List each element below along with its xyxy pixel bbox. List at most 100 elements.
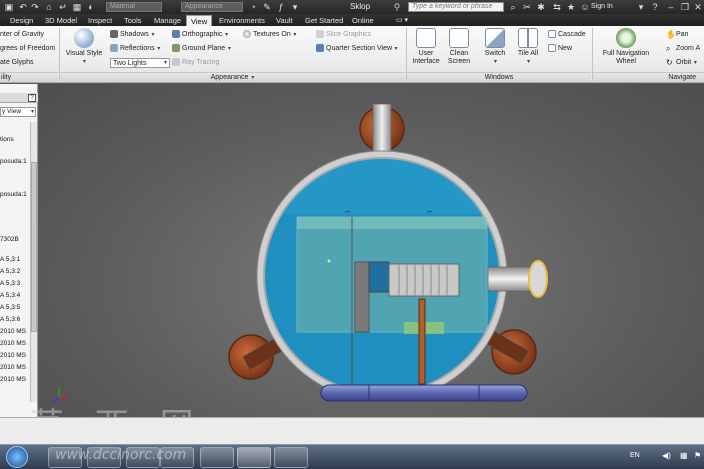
network-icon[interactable]: ▦	[680, 451, 688, 460]
tab-get-started[interactable]: Get Started	[301, 15, 347, 26]
orbit-button[interactable]: ↻ Orbit ▾	[666, 58, 697, 68]
close-icon[interactable]: ✕	[693, 2, 703, 12]
user-icon[interactable]: ☺	[580, 2, 590, 12]
full-navigation-wheel-button[interactable]: Full Navigation Wheel	[596, 28, 656, 66]
clean-screen-button[interactable]: Clean Screen	[444, 28, 474, 66]
tab-3d-model[interactable]: 3D Model	[41, 15, 81, 26]
graphics-viewport[interactable]: ⌐ ⌐ x	[39, 84, 704, 417]
cascade-button[interactable]: Cascade	[548, 30, 586, 39]
slice-graphics-button[interactable]: Slice Graphics	[316, 30, 371, 39]
shaft[interactable]	[418, 298, 426, 385]
appearance-combo[interactable]: Appearance	[181, 2, 243, 12]
lighting-select[interactable]: Two Lights ▾	[110, 58, 170, 68]
browser-item[interactable]: 2010 MS	[0, 364, 26, 372]
home-icon[interactable]: ⌂	[44, 2, 54, 12]
ribbon-options-icon[interactable]: ▭ ▾	[392, 15, 412, 26]
tab-environments[interactable]: Environments	[215, 15, 269, 26]
taskbar-app[interactable]	[200, 447, 234, 468]
glyphs-toggle[interactable]: ate Glyphs	[0, 58, 33, 67]
base-rail[interactable]	[320, 384, 528, 402]
start-button[interactable]	[6, 446, 28, 468]
textures-on-button[interactable]: Textures On ▾	[243, 30, 296, 40]
browser-item[interactable]: tions	[0, 136, 14, 144]
search-icon[interactable]: ⌕	[508, 2, 518, 12]
ray-tracing-button[interactable]: Ray Tracing	[172, 58, 219, 67]
tile-all-button[interactable]: Tile All ▾	[513, 28, 543, 66]
help-icon[interactable]: ?	[28, 94, 36, 102]
browser-item[interactable]: 2010 MS	[0, 376, 26, 384]
mechanism-plate[interactable]	[354, 261, 370, 333]
tab-tools[interactable]: Tools	[120, 15, 146, 26]
browser-scrollbar[interactable]	[30, 122, 37, 402]
browser-item[interactable]: 7302B	[0, 236, 19, 244]
fx-icon[interactable]: ƒ	[276, 2, 286, 12]
tab-online[interactable]: Online	[348, 15, 378, 26]
orthographic-button[interactable]: Orthographic ▾	[172, 30, 228, 40]
browser-view-select[interactable]: y View ▾	[0, 107, 36, 117]
ground-plane-button[interactable]: Ground Plane ▾	[172, 44, 231, 54]
visual-style-button[interactable]: Visual Style ▾	[62, 28, 106, 66]
search-input[interactable]: Type a keyword or phrase	[408, 2, 504, 12]
taskbar-inventor[interactable]	[237, 447, 271, 468]
browser-item[interactable]: A 5,3:4	[0, 292, 20, 300]
select-icon[interactable]: ▦	[72, 2, 82, 12]
pan-button[interactable]: ✋Pan	[666, 30, 688, 39]
customize-icon[interactable]: ▾	[290, 2, 300, 12]
language-indicator[interactable]: EN	[630, 452, 640, 459]
center-of-gravity-toggle[interactable]: nter of Gravity	[0, 30, 44, 39]
shadows-label: Shadows	[120, 31, 149, 38]
adjust-icon[interactable]: ✎	[262, 2, 272, 12]
material-combo[interactable]: Material	[106, 2, 162, 12]
browser-item[interactable]: 2010 MS	[0, 328, 26, 336]
browser-item[interactable]: posuda:1	[0, 158, 27, 166]
return-icon[interactable]: ↵	[58, 2, 68, 12]
browser-item[interactable]: 2010 MS	[0, 340, 26, 348]
browser-item[interactable]: A 5,3:1	[0, 256, 20, 264]
favorites-star-icon[interactable]: ★	[566, 2, 576, 12]
switch-button[interactable]: Switch ▾	[480, 28, 510, 66]
browser-item[interactable]: A 5,3:5	[0, 304, 20, 312]
restore-icon[interactable]: ❐	[680, 2, 690, 12]
zoom-all-button[interactable]: ⌕ Zoom A	[666, 44, 700, 53]
undo-icon[interactable]: ↶	[18, 2, 28, 12]
help-icon[interactable]: ?	[650, 2, 660, 12]
color-icon[interactable]: ◐	[86, 2, 96, 12]
sign-in-link[interactable]: Sign In	[591, 1, 613, 13]
browser-item[interactable]: A 5,3:2	[0, 268, 20, 276]
ray-tracing-icon	[172, 58, 180, 67]
taskbar-paint[interactable]	[274, 447, 308, 468]
tab-manage[interactable]: Manage	[150, 15, 185, 26]
shadows-button[interactable]: Shadows ▾	[110, 30, 154, 40]
browser-item[interactable]: 2010 MS	[0, 352, 26, 360]
quarter-section-view-button[interactable]: Quarter Section View ▾	[316, 44, 398, 54]
dropdown-icon[interactable]: ▾	[636, 2, 646, 12]
degrees-of-freedom-toggle[interactable]: grees of Freedom	[0, 44, 55, 53]
tools-icon[interactable]: ✂	[522, 2, 532, 12]
appearance-clear-icon[interactable]: ◔	[248, 2, 258, 12]
volume-icon[interactable]: ◀)	[662, 451, 671, 460]
browser-item[interactable]: posuda:1	[0, 191, 27, 199]
reflections-button[interactable]: Reflections ▾	[110, 44, 160, 54]
tab-design[interactable]: Design	[6, 15, 37, 26]
tab-view[interactable]: View	[186, 15, 213, 26]
new-window-button[interactable]: New	[548, 44, 572, 53]
browser-item[interactable]: A 5,3:3	[0, 280, 20, 288]
side-pipe-end[interactable]	[528, 260, 548, 298]
browser-item[interactable]: A 5,3:6	[0, 316, 20, 324]
scrollbar-thumb[interactable]	[31, 162, 37, 332]
reflections-icon	[110, 44, 118, 53]
subscription-icon[interactable]: ✱	[536, 2, 546, 12]
minimize-icon[interactable]: –	[666, 2, 676, 12]
tab-inspect[interactable]: Inspect	[84, 15, 116, 26]
appearance-panel-label[interactable]: Appearance ▾	[60, 72, 405, 82]
lighting-value: Two Lights	[113, 60, 147, 67]
textures-icon	[243, 30, 251, 39]
redo-icon[interactable]: ↷	[30, 2, 40, 12]
flag-icon[interactable]: ⚑	[694, 451, 701, 460]
binoculars-icon[interactable]: ⚲	[392, 2, 402, 12]
app-menu-icon[interactable]: ▣	[4, 2, 14, 12]
svg-text:⌐: ⌐	[345, 208, 351, 216]
exchange-icon[interactable]: ⇆	[552, 2, 562, 12]
user-interface-button[interactable]: User Interface	[409, 28, 443, 66]
tab-vault[interactable]: Vault	[272, 15, 297, 26]
